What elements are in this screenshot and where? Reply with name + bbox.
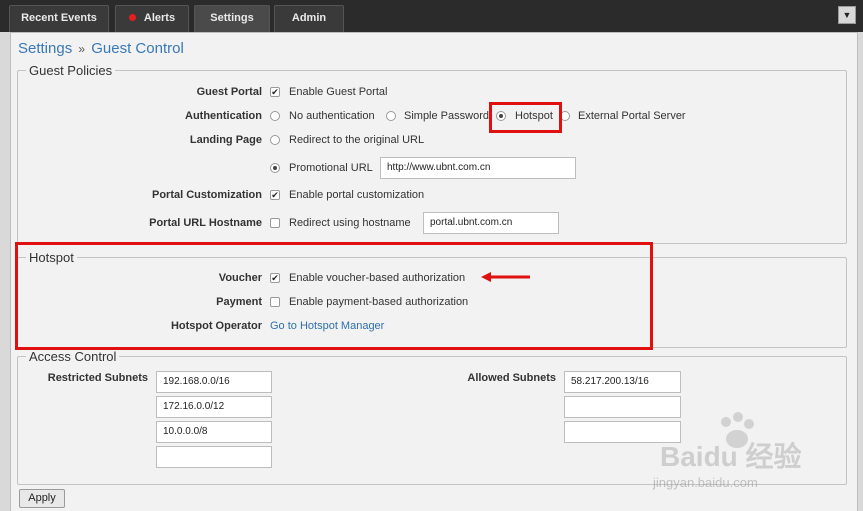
auth-none-option: No authentication — [289, 110, 375, 122]
restricted-subnet-input[interactable] — [156, 446, 272, 468]
allowed-subnet-input[interactable] — [564, 396, 681, 418]
portal-hostname-checkbox[interactable] — [270, 218, 280, 228]
restricted-subnet-input[interactable]: 10.0.0.0/8 — [156, 421, 272, 443]
breadcrumb-current: Guest Control — [91, 40, 184, 57]
landing-page-label: Landing Page — [189, 134, 262, 146]
tab-recent-events[interactable]: Recent Events — [9, 5, 109, 32]
breadcrumb-separator: » — [78, 42, 86, 56]
auth-simple-password-radio[interactable] — [386, 111, 396, 121]
allowed-subnets-label: Allowed Subnets — [467, 372, 556, 384]
landing-promo-option: Promotional URL — [289, 162, 373, 174]
tab-alerts[interactable]: Alerts — [115, 5, 189, 32]
tab-label: Settings — [210, 12, 254, 24]
hotspot-section-highlight-box — [15, 242, 653, 350]
tab-admin[interactable]: Admin — [274, 5, 344, 32]
restricted-subnets-label: Restricted Subnets — [47, 372, 148, 384]
watermark-url: jingyan.baidu.com — [653, 475, 758, 490]
landing-promo-radio[interactable] — [270, 163, 280, 173]
portal-customization-option: Enable portal customization — [289, 189, 425, 201]
portal-customization-checkbox[interactable]: ✔ — [270, 190, 280, 200]
alert-indicator-icon — [128, 13, 136, 21]
hotspot-highlight-box — [489, 102, 562, 133]
access-control-legend: Access Control — [29, 349, 117, 364]
tab-label: Admin — [291, 12, 327, 24]
landing-redirect-radio[interactable] — [270, 135, 280, 145]
auth-simple-password-option: Simple Password — [404, 110, 489, 122]
guest-portal-option: Enable Guest Portal — [289, 86, 388, 98]
auth-none-radio[interactable] — [270, 111, 280, 121]
tab-label: Recent Events — [21, 12, 97, 24]
annotation-arrow-icon — [481, 272, 530, 282]
breadcrumb-root[interactable]: Settings — [18, 40, 72, 57]
restricted-subnet-input[interactable]: 192.168.0.0/16 — [156, 371, 272, 393]
apply-button[interactable]: Apply — [19, 489, 65, 508]
promo-url-input[interactable]: http://www.ubnt.com.cn — [380, 157, 576, 179]
restricted-subnet-input[interactable]: 172.16.0.0/12 — [156, 396, 272, 418]
tab-settings[interactable]: Settings — [194, 5, 270, 32]
chevron-down-icon[interactable]: ▼ — [838, 6, 856, 24]
portal-url-hostname-label: Portal URL Hostname — [149, 217, 262, 229]
breadcrumb: Settings » Guest Control — [18, 40, 184, 57]
portal-customization-label: Portal Customization — [151, 189, 262, 201]
landing-redirect-option: Redirect to the original URL — [289, 134, 425, 146]
guest-policies-legend: Guest Policies — [29, 63, 113, 78]
auth-external-portal-option: External Portal Server — [578, 110, 686, 122]
authentication-label: Authentication — [185, 110, 262, 122]
top-tab-bar: Recent Events Alerts Settings Admin ▼ — [0, 0, 863, 32]
guest-portal-label: Guest Portal — [196, 86, 262, 98]
tab-label: Alerts — [143, 12, 176, 24]
portal-hostname-option: Redirect using hostname — [289, 217, 411, 229]
allowed-subnet-input[interactable]: 58.217.200.13/16 — [564, 371, 681, 393]
watermark-logo: Baidu 经验 — [660, 441, 802, 472]
portal-hostname-input[interactable]: portal.ubnt.com.cn — [423, 212, 559, 234]
guest-portal-checkbox[interactable]: ✔ — [270, 87, 280, 97]
